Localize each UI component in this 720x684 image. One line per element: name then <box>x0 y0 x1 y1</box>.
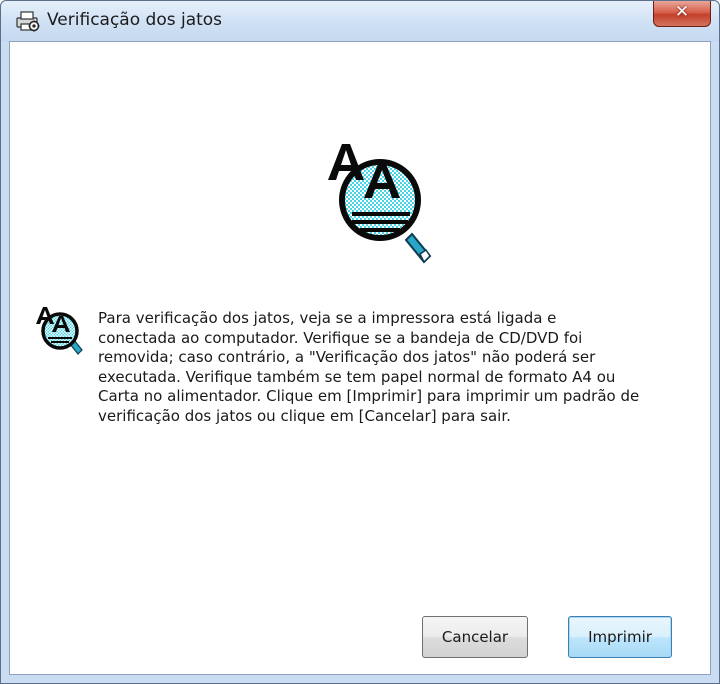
dialog-content: Para verificação dos jatos, veja se a im… <box>9 41 711 675</box>
printer-gear-icon <box>16 11 40 32</box>
message-line: executada. Verifique também se tem papel… <box>98 367 616 386</box>
message-line: removida; caso contrário, a "Verificação… <box>98 348 596 366</box>
dialog-window: Verificação dos jatos ✕ Para verificação… <box>0 0 720 684</box>
nozzle-check-magnifier-icon <box>36 307 83 355</box>
message-line: Para verificação dos jatos, veja se a im… <box>98 309 557 327</box>
title-bar[interactable]: Verificação dos jatos ✕ <box>1 1 719 41</box>
window-title: Verificação dos jatos <box>47 10 223 30</box>
message-line: Carta no alimentador. Clique em [Imprimi… <box>98 387 640 405</box>
instruction-message: Para verificação dos jatos, veja se a im… <box>98 309 678 426</box>
message-line: verificação dos jatos ou clique em [Canc… <box>98 406 511 425</box>
nozzle-check-magnifier-icon <box>328 144 432 264</box>
print-button[interactable]: Imprimir <box>568 616 672 658</box>
close-icon: ✕ <box>674 2 690 22</box>
close-button[interactable]: ✕ <box>653 1 711 27</box>
cancel-button[interactable]: Cancelar <box>422 616 528 658</box>
message-line: conectada ao computador. Verifique se a … <box>98 328 583 347</box>
